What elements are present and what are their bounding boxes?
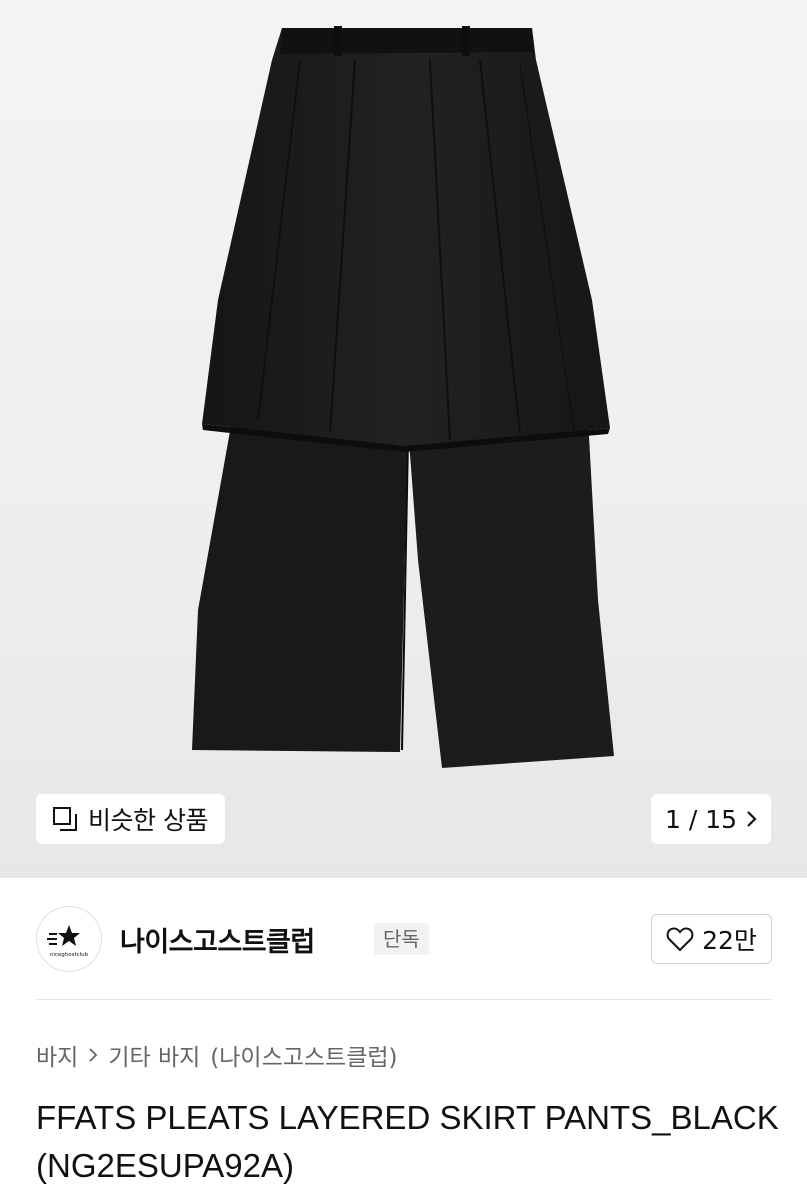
exclusive-badge: 단독 — [374, 923, 429, 955]
breadcrumb: 바지 기타 바지 (나이스고스트클럽) — [36, 1038, 398, 1072]
pager-count: 1 / 15 — [664, 804, 738, 834]
product-title: FFATS PLEATS LAYERED SKIRT PANTS_BLACK(N… — [36, 1099, 779, 1184]
heart-outline-icon — [666, 926, 694, 952]
breadcrumb-subcategory[interactable]: 기타 바지 — [108, 1038, 200, 1072]
similar-products-icon — [52, 806, 78, 832]
brand-logo-text: niceghostclub — [50, 952, 89, 958]
like-button[interactable]: 22만 — [651, 914, 772, 964]
section-divider — [36, 999, 772, 1000]
brand-row: niceghostclub 나이스고스트클럽 단독 22만 — [36, 906, 772, 974]
brand-name[interactable]: 나이스고스트클럽 — [120, 920, 315, 959]
product-image — [192, 26, 614, 768]
product-detail-page: 비슷한 상품 1 / 15 niceghostclub 나이스고스트클럽 단독 … — [0, 0, 807, 1200]
breadcrumb-category[interactable]: 바지 — [36, 1038, 78, 1072]
product-image-carousel[interactable]: 비슷한 상품 1 / 15 — [0, 0, 807, 878]
similar-products-button[interactable]: 비슷한 상품 — [36, 794, 225, 844]
like-count: 22만 — [702, 926, 757, 955]
similar-products-label: 비슷한 상품 — [88, 806, 208, 835]
breadcrumb-brand[interactable]: (나이스고스트클럽) — [210, 1038, 397, 1072]
image-pager[interactable]: 1 / 15 — [651, 794, 771, 844]
brand-logo[interactable]: niceghostclub — [36, 906, 102, 972]
chevron-right-icon — [745, 810, 757, 828]
chevron-right-icon — [88, 1047, 98, 1063]
